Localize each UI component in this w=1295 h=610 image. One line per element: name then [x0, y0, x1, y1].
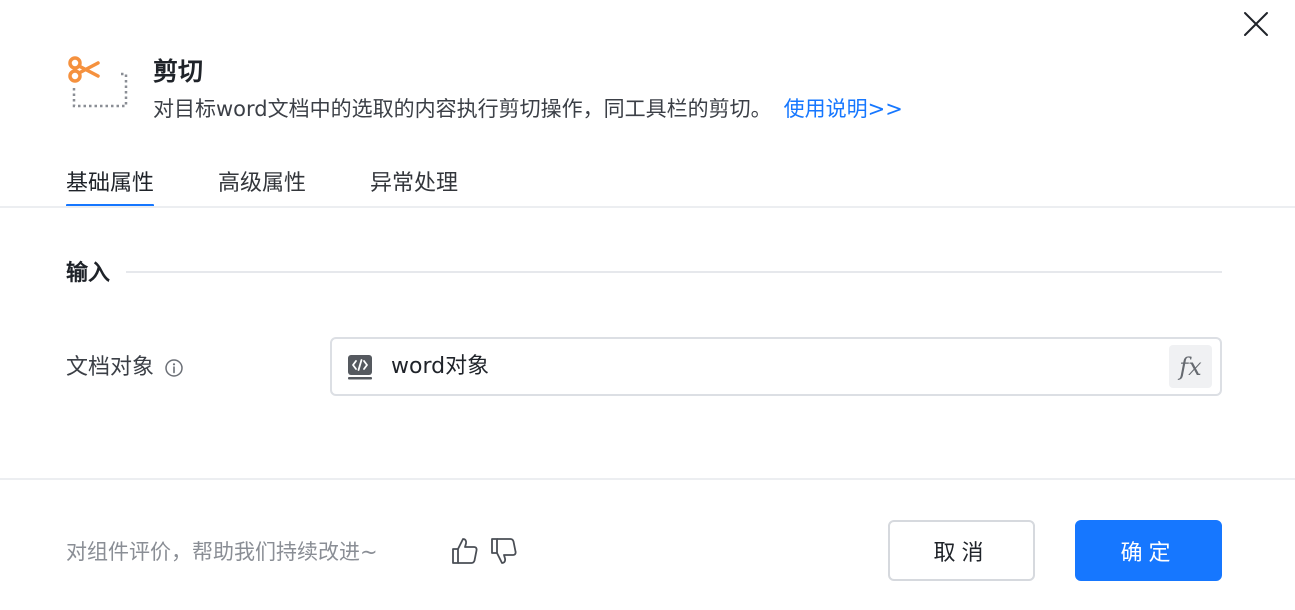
- cancel-button[interactable]: 取消: [888, 520, 1035, 581]
- tab-advanced-properties[interactable]: 高级属性: [218, 168, 306, 208]
- section-divider: [126, 271, 1222, 273]
- description-text: 对目标word文档中的选取的内容执行剪切操作，同工具栏的剪切。: [153, 97, 772, 121]
- field-label-document-object: 文档对象: [66, 352, 184, 384]
- dialog-title: 剪切: [153, 57, 204, 86]
- info-icon[interactable]: [164, 358, 184, 378]
- fx-expression-button[interactable]: fx: [1169, 345, 1212, 388]
- dialog-description: 对目标word文档中的选取的内容执行剪切操作，同工具栏的剪切。 使用说明>>: [153, 94, 903, 124]
- feedback-prompt: 对组件评价，帮助我们持续改进~: [66, 540, 378, 564]
- variable-icon: [348, 354, 372, 379]
- thumbs-down-icon[interactable]: [489, 536, 519, 566]
- help-link[interactable]: 使用说明>>: [784, 97, 903, 121]
- tab-basic-properties[interactable]: 基础属性: [66, 168, 155, 208]
- tabs-divider: [0, 206, 1295, 208]
- close-button[interactable]: [1240, 8, 1272, 40]
- confirm-button[interactable]: 确定: [1075, 520, 1222, 581]
- footer-divider: [0, 478, 1295, 480]
- input-value: word对象: [391, 353, 490, 379]
- tab-bar: 基础属性 高级属性 异常处理: [66, 168, 522, 208]
- tab-exception-handling[interactable]: 异常处理: [370, 168, 458, 208]
- close-icon: [1244, 12, 1268, 36]
- document-object-input[interactable]: word对象 fx: [330, 337, 1222, 396]
- thumbs-up-icon[interactable]: [450, 536, 480, 566]
- scissors-cut-icon: [68, 56, 128, 108]
- field-label-text: 文档对象: [66, 355, 155, 380]
- fx-icon: fx: [1179, 352, 1202, 381]
- section-title-input: 输入: [66, 261, 111, 286]
- cut-action-dialog: 剪切 对目标word文档中的选取的内容执行剪切操作，同工具栏的剪切。 使用说明>>…: [0, 0, 1295, 610]
